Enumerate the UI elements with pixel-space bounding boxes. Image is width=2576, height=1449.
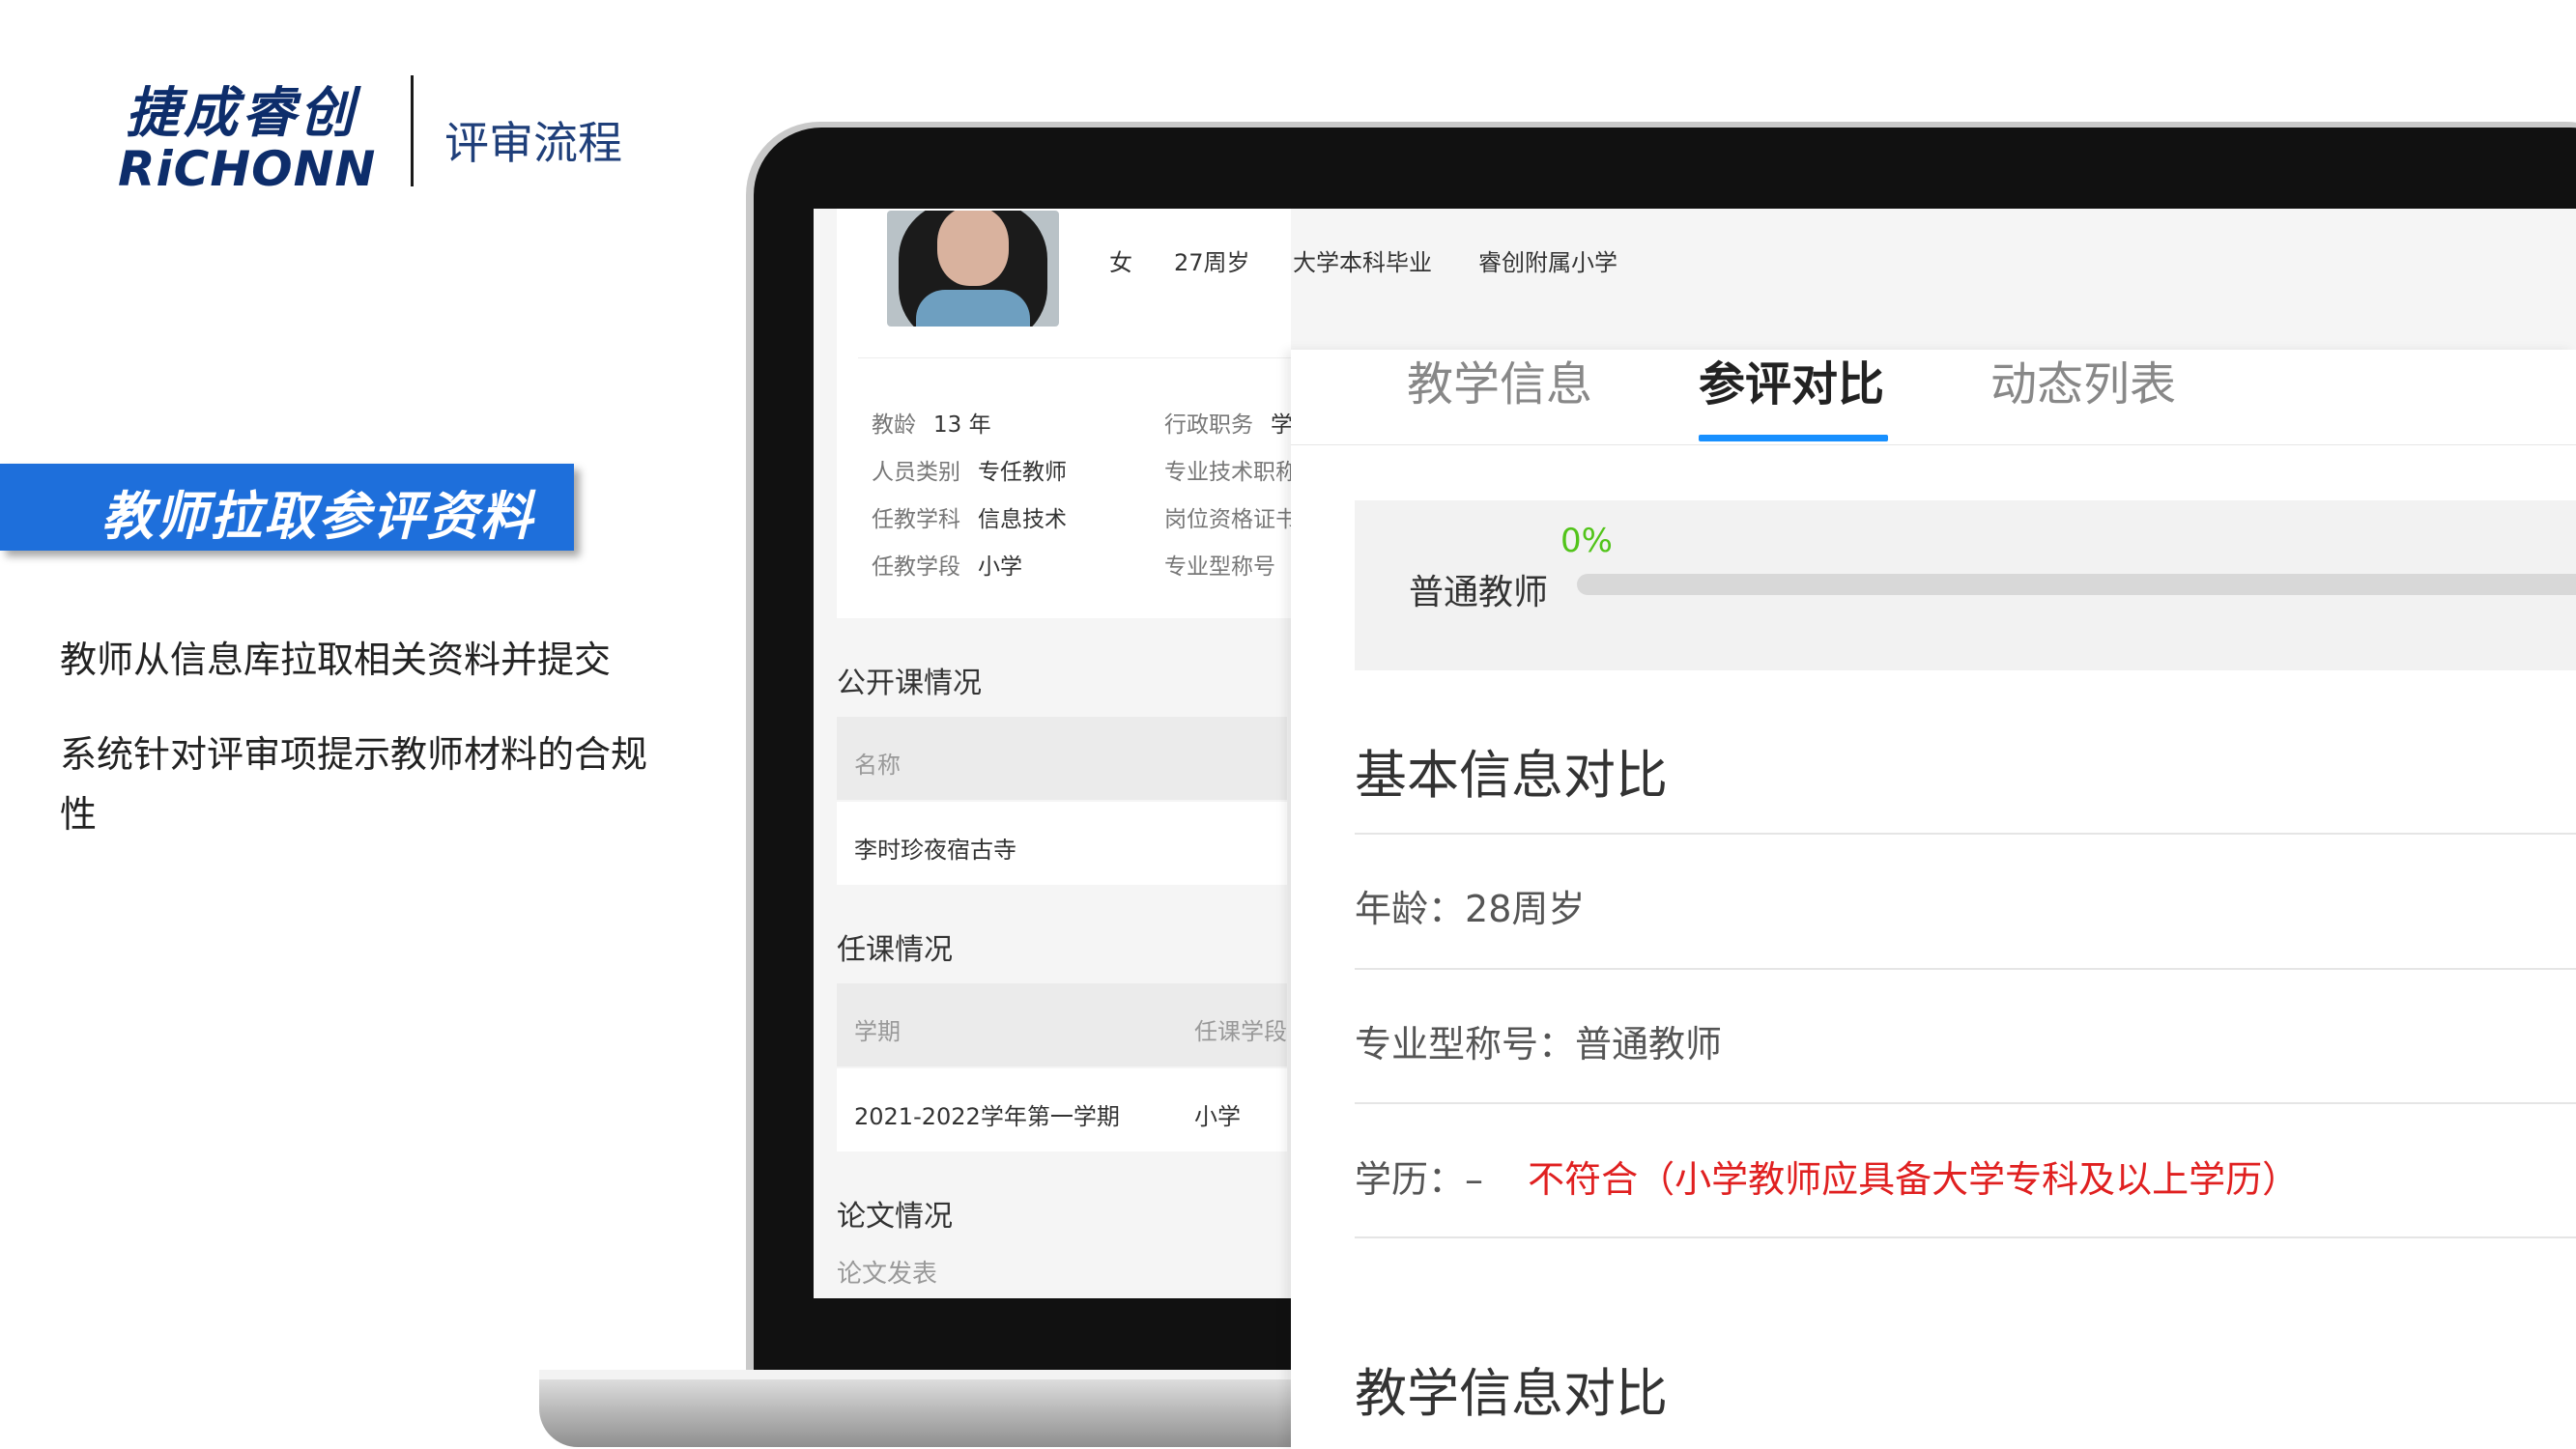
tab-teaching-info[interactable]: 教学信息	[1407, 346, 1592, 413]
header-divider	[411, 75, 414, 186]
compare-row-honor-title: 专业型称号：普通教师	[1355, 1023, 1723, 1065]
paper-subtitle: 论文发表	[837, 1260, 938, 1289]
field-teaching-years: 教龄 13 年	[872, 412, 991, 438]
teacher-photo	[887, 211, 1059, 327]
open-class-cell: 李时珍夜宿古寺	[854, 837, 1016, 864]
open-class-table-header	[837, 717, 1287, 800]
divider	[1355, 833, 2576, 835]
field-honor-title: 专业型称号	[1164, 554, 1275, 580]
course-cell-term: 2021-2022学年第一学期	[854, 1103, 1120, 1130]
logo-chinese: 捷成睿创	[126, 82, 358, 145]
compare-row-education: 学历：– 不符合（小学教师应具备大学专科及以上学历）	[1355, 1158, 2300, 1201]
progress-bar	[1577, 574, 2576, 595]
field-tech-title: 专业技术职称	[1164, 460, 1291, 485]
teaching-compare-title: 教学信息对比	[1355, 1363, 1668, 1424]
field-admin-post: 行政职务学	[1164, 412, 1291, 438]
profile-gender: 女	[1109, 249, 1132, 276]
section-title: 评审流程	[444, 117, 622, 169]
course-col-stage: 任课学段	[1194, 1018, 1287, 1045]
description-line-1: 教师从信息库拉取相关资料并提交	[60, 639, 612, 681]
feature-banner-text: 教师拉取参评资料	[101, 486, 534, 547]
field-subject: 任教学科 信息技术	[872, 507, 1067, 532]
paper-title: 论文情况	[837, 1200, 953, 1234]
course-cell-stage: 小学	[1194, 1103, 1241, 1130]
field-qualification: 岗位资格证书	[1164, 507, 1291, 532]
tab-activity-list[interactable]: 动态列表	[1990, 346, 2176, 413]
profile-age: 27周岁	[1174, 249, 1250, 276]
divider	[1355, 1102, 2576, 1104]
profile-education: 大学本科毕业	[1293, 249, 1432, 276]
tab-comparison[interactable]: 参评对比	[1699, 346, 1884, 413]
logo-english: RiCHONN	[118, 141, 377, 197]
open-class-title: 公开课情况	[837, 667, 982, 700]
open-class-col-name: 名称	[854, 752, 901, 779]
field-staff-type: 人员类别 专任教师	[872, 460, 1067, 485]
description-line-2: 系统针对评审项提示教师材料的合规性	[60, 733, 648, 836]
course-col-term: 学期	[854, 1018, 901, 1045]
active-tab-indicator	[1699, 435, 1888, 441]
field-stage: 任教学段 小学	[872, 554, 1022, 580]
divider	[1355, 1236, 2576, 1238]
education-warning: 不符合（小学教师应具备大学专科及以上学历）	[1528, 1158, 2300, 1201]
profile-divider	[858, 357, 1291, 358]
progress-label: 普通教师	[1409, 573, 1549, 612]
progress-percent: 0%	[1560, 522, 1613, 560]
course-title: 任课情况	[837, 933, 953, 967]
basic-compare-title: 基本信息对比	[1355, 745, 1668, 806]
divider	[1355, 968, 2576, 970]
profile-school: 睿创附属小学	[1478, 249, 1617, 276]
compare-row-age: 年龄：28周岁	[1355, 888, 1586, 930]
